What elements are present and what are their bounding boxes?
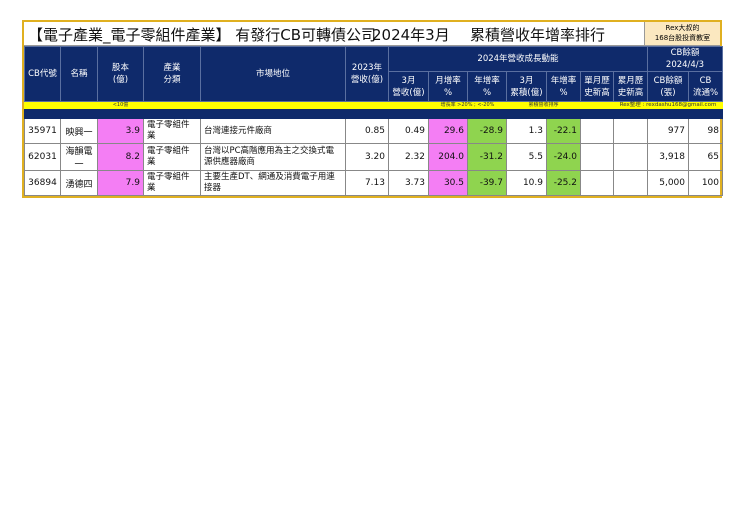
cell-cb-bal: 3,918 [647,143,689,171]
header-yoy: 年增率 % [467,71,507,102]
cell-month-high [580,143,614,171]
cell-cum: 10.9 [506,170,547,196]
cell-capital: 3.9 [97,118,144,144]
header-cum-yoy: 年增率 % [546,71,581,102]
cell-capital: 8.2 [97,143,144,171]
header-month-high: 單月歷 史新高 [580,71,614,102]
author-badge: Rex大叔的 168台股投資教室 [644,22,720,45]
cell-cb-bal: 977 [647,118,689,144]
cell-name: 湧德四 [60,170,98,196]
note-capital: <10億 [97,101,144,109]
cell-cb-float: 98 [688,118,723,144]
cell-cum-yoy: -22.1 [546,118,581,144]
note-contact: Rex整理 : rexdashu168@gmail.com [613,101,723,109]
note-growth: 增長率 >20% ; <-20% [428,101,507,109]
cell-industry: 電子零組件業 [143,170,201,196]
cell-code: 62031 [24,143,61,171]
notes-row: <10億 增長率 >20% ; <-20% 累積營收排序 Rex整理 : rex… [24,101,723,109]
header-industry: 產業 分類 [143,46,201,102]
cell-mar-rev: 2.32 [388,143,429,171]
cell-cb-float: 65 [688,143,723,171]
author-line1: Rex大叔的 [665,24,700,32]
header-mom: 月增率 % [428,71,468,102]
header-code: CB代號 [24,46,61,102]
cell-cum-high [613,170,648,196]
cell-mar-rev: 3.73 [388,170,429,196]
cell-cum-high [613,118,648,144]
divider-row [24,108,723,119]
cell-cb-bal: 5,000 [647,170,689,196]
cell-market: 台灣連接元件廠商 [200,118,346,144]
cb-ranking-sheet: 【電子產業_電子零組件產業】 有發行CB可轉債公司 2024年3月 累積營收年增… [22,20,723,198]
header-cum-high: 累月歷 史新高 [613,71,648,102]
title-category: 【電子產業_電子零組件產業】 有發行CB可轉債公司 [28,26,377,44]
author-line2: 168台股投資教室 [654,34,711,42]
cell-mom: 29.6 [428,118,468,144]
header-name: 名稱 [60,46,98,102]
cell-rev2023: 7.13 [345,170,389,196]
cell-code: 36894 [24,170,61,196]
cell-cum-yoy: -25.2 [546,170,581,196]
cell-mom: 204.0 [428,143,468,171]
header-cum: 3月 累積(億) [506,71,547,102]
title-period: 2024年3月 [372,26,450,44]
cell-market: 台灣以PC高階應用為主之交換式電源供應器廠商 [200,143,346,171]
cell-month-high [580,118,614,144]
cell-rev2023: 0.85 [345,118,389,144]
cell-market: 主要生產DT、網通及消費電子用連接器 [200,170,346,196]
cell-cum-high [613,143,648,171]
header-rev2023: 2023年 營收(億) [345,46,389,102]
cell-mar-rev: 0.49 [388,118,429,144]
cell-industry: 電子零組件業 [143,143,201,171]
table-row: 35971 映興一 3.9 電子零組件業 台灣連接元件廠商 0.85 0.49 29.6 -28… [24,118,723,144]
cell-name: 映興一 [60,118,98,144]
cell-cum-yoy: -24.0 [546,143,581,171]
cb-table: CB代號 名稱 股本 (億) 產業 分類 市場地位 2023年 營收(億) 20… [24,46,723,196]
table-row: 36894 湧德四 7.9 電子零組件業 主要生產DT、網通及消費電子用連接器 7.13 3… [24,170,723,196]
header-growth-group: 2024年營收成長動能 [388,46,648,72]
header-cb-float: CB 流通% [688,71,723,102]
title-bar: 【電子產業_電子零組件產業】 有發行CB可轉債公司 2024年3月 累積營收年增… [24,22,720,46]
cell-cum: 1.3 [506,118,547,144]
header-capital: 股本 (億) [97,46,144,102]
header-cb-balance: CB餘額 (張) [647,71,689,102]
title-ranking: 累積營收年增率排行 [470,26,606,44]
header-mar-rev: 3月 營收(億) [388,71,429,102]
cell-industry: 電子零組件業 [143,118,201,144]
cell-cb-float: 100 [688,170,723,196]
cell-cum: 5.5 [506,143,547,171]
cell-yoy: -39.7 [467,170,507,196]
cell-code: 35971 [24,118,61,144]
cell-name: 海韻電一 [60,143,98,171]
note-cum: 累積營收排序 [506,101,581,109]
header-cb-group: CB餘額 2024/4/3 [647,46,723,72]
cell-yoy: -28.9 [467,118,507,144]
header-market: 市場地位 [200,46,346,102]
table-row: 62031 海韻電一 8.2 電子零組件業 台灣以PC高階應用為主之交換式電源供應器廠商… [24,143,723,171]
cell-yoy: -31.2 [467,143,507,171]
cell-capital: 7.9 [97,170,144,196]
cell-mom: 30.5 [428,170,468,196]
cell-month-high [580,170,614,196]
cell-rev2023: 3.20 [345,143,389,171]
